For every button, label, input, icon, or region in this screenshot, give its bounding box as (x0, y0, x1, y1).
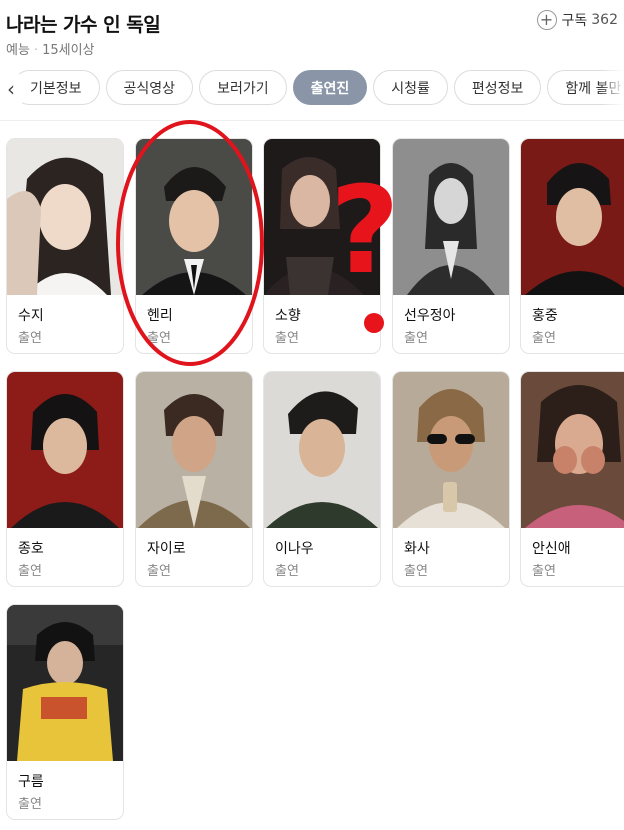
cast-role: 출연 (404, 564, 428, 579)
cast-name: 안신애 (532, 541, 571, 557)
cast-name: 화사 (404, 541, 430, 557)
cast-photo (7, 372, 123, 528)
cast-card[interactable]: 구름 출연 (6, 604, 124, 820)
divider (0, 120, 624, 121)
cast-name: 수지 (18, 308, 44, 324)
meta-separator: · (33, 43, 39, 58)
cast-photo (136, 139, 252, 295)
cast-photo (7, 605, 123, 761)
tab-list: 기본정보 공식영상 보러가기 출연진 시청률 편성정보 함께 볼만한 (12, 70, 624, 105)
cast-card[interactable]: 수지 출연 (6, 138, 124, 354)
cast-card[interactable]: 헨리 출연 (135, 138, 253, 354)
program-genre: 예능 (6, 43, 30, 58)
subscriber-count: 362 (591, 12, 618, 28)
cast-photo (521, 372, 624, 528)
cast-name: 선우정아 (404, 308, 456, 324)
cast-name: 구름 (18, 774, 44, 790)
program-title[interactable]: 나라는 가수 인 독일 (6, 10, 161, 37)
cast-name: 종호 (18, 541, 44, 557)
cast-card[interactable]: 안신애 출연 (520, 371, 624, 587)
tab-cast[interactable]: 출연진 (292, 70, 368, 105)
tab-bar: ‹ 기본정보 공식영상 보러가기 출연진 시청률 편성정보 함께 볼만한 (0, 68, 624, 108)
cast-role: 출연 (147, 331, 171, 346)
program-header: 나라는 가수 인 독일 예능 · 15세이상 + 구독 362 (6, 8, 618, 64)
cast-role: 출연 (18, 564, 42, 579)
subscribe-label: 구독 (561, 13, 588, 29)
cast-photo (264, 139, 380, 295)
cast-card[interactable]: 선우정아 출연 (392, 138, 510, 354)
cast-name: 헨리 (147, 308, 173, 324)
tab-basic-info[interactable]: 기본정보 (12, 70, 100, 105)
cast-name: 홍중 (532, 308, 558, 324)
program-meta: 예능 · 15세이상 (6, 39, 95, 58)
program-rating: 15세이상 (42, 43, 95, 58)
cast-role: 출연 (532, 564, 556, 579)
cast-photo (136, 372, 252, 528)
cast-card[interactable]: 자이로 출연 (135, 371, 253, 587)
cast-card[interactable]: 소향 출연 (263, 138, 381, 354)
cast-card[interactable]: 이나우 출연 (263, 371, 381, 587)
tab-watch[interactable]: 보러가기 (199, 70, 287, 105)
cast-photo (264, 372, 380, 528)
cast-role: 출연 (18, 331, 42, 346)
cast-name: 소향 (275, 308, 301, 324)
cast-photo (393, 139, 509, 295)
cast-photo (7, 139, 123, 295)
cast-name: 자이로 (147, 541, 186, 557)
cast-photo (393, 372, 509, 528)
cast-card[interactable]: 화사 출연 (392, 371, 510, 587)
cast-role: 출연 (147, 564, 171, 579)
cast-card[interactable]: 홍중 출연 (520, 138, 624, 354)
subscribe-button[interactable]: + 구독 362 (536, 10, 618, 30)
cast-name: 이나우 (275, 541, 314, 557)
tab-fade (600, 68, 624, 108)
plus-icon: + (536, 10, 557, 30)
cast-role: 출연 (275, 331, 299, 346)
tab-ratings[interactable]: 시청률 (373, 70, 448, 105)
cast-role: 출연 (18, 797, 42, 812)
cast-role: 출연 (532, 331, 556, 346)
tab-schedule[interactable]: 편성정보 (453, 70, 542, 105)
cast-card[interactable]: 종호 출연 (6, 371, 124, 587)
cast-role: 출연 (404, 331, 428, 346)
tab-official-videos[interactable]: 공식영상 (105, 70, 194, 105)
chevron-left-icon[interactable]: ‹ (0, 74, 22, 104)
cast-photo (521, 139, 624, 295)
cast-role: 출연 (275, 564, 299, 579)
